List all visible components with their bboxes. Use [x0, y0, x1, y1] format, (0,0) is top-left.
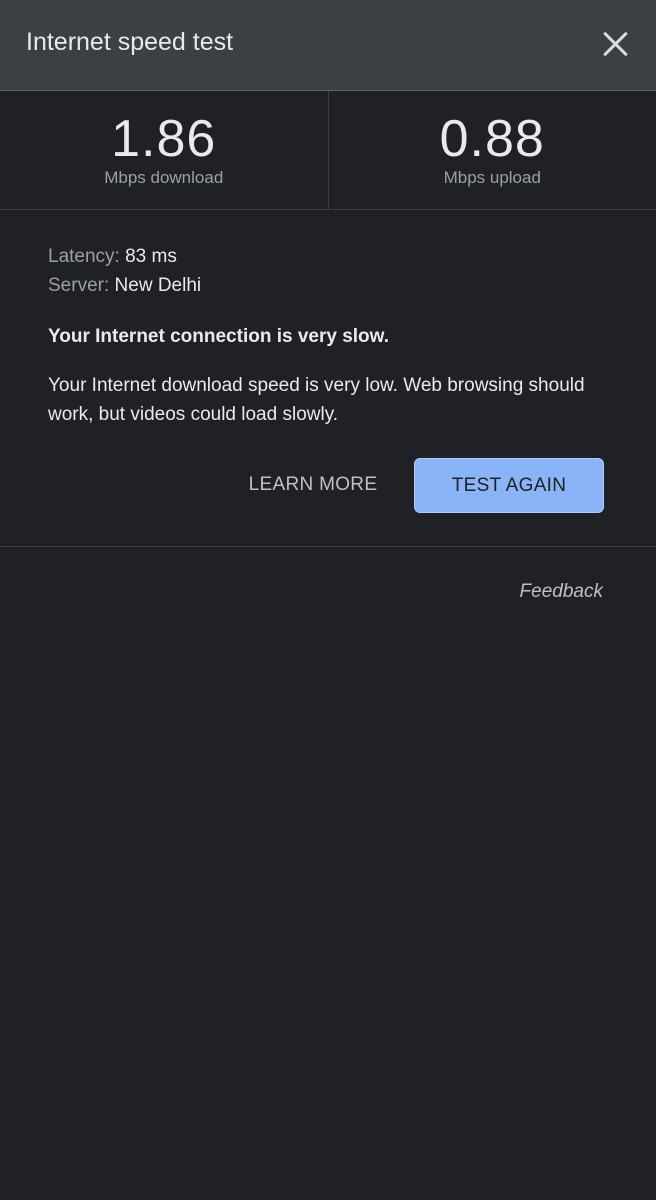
latency-row: Latency: 83 ms [48, 242, 608, 271]
dialog-title: Internet speed test [26, 28, 234, 56]
close-icon[interactable] [602, 30, 630, 58]
upload-speed-value: 0.88 [439, 110, 545, 168]
speed-results: 1.86 Mbps download 0.88 Mbps upload [0, 91, 656, 210]
server-value: New Delhi [114, 275, 202, 296]
connection-explanation: Your Internet download speed is very low… [48, 375, 585, 425]
learn-more-button[interactable]: LEARN MORE [238, 458, 388, 512]
test-again-button[interactable]: TEST AGAIN [414, 458, 604, 513]
upload-speed-unit: Mbps upload [443, 168, 541, 187]
download-speed-unit: Mbps download [104, 168, 224, 187]
divider [0, 546, 656, 547]
upload-result: 0.88 Mbps upload [329, 91, 656, 209]
server-label: Server: [48, 275, 110, 296]
download-speed-value: 1.86 [111, 110, 217, 168]
latency-label: Latency: [48, 246, 120, 267]
dialog-header: Internet speed test [0, 0, 656, 91]
test-details: Latency: 83 ms Server: New Delhi Your In… [48, 242, 608, 429]
server-row: Server: New Delhi [48, 271, 608, 300]
feedback-link[interactable]: Feedback [520, 581, 603, 603]
connection-verdict: Your Internet connection is very slow. [48, 326, 390, 347]
latency-value: 83 ms [125, 246, 177, 267]
download-result: 1.86 Mbps download [0, 91, 329, 209]
